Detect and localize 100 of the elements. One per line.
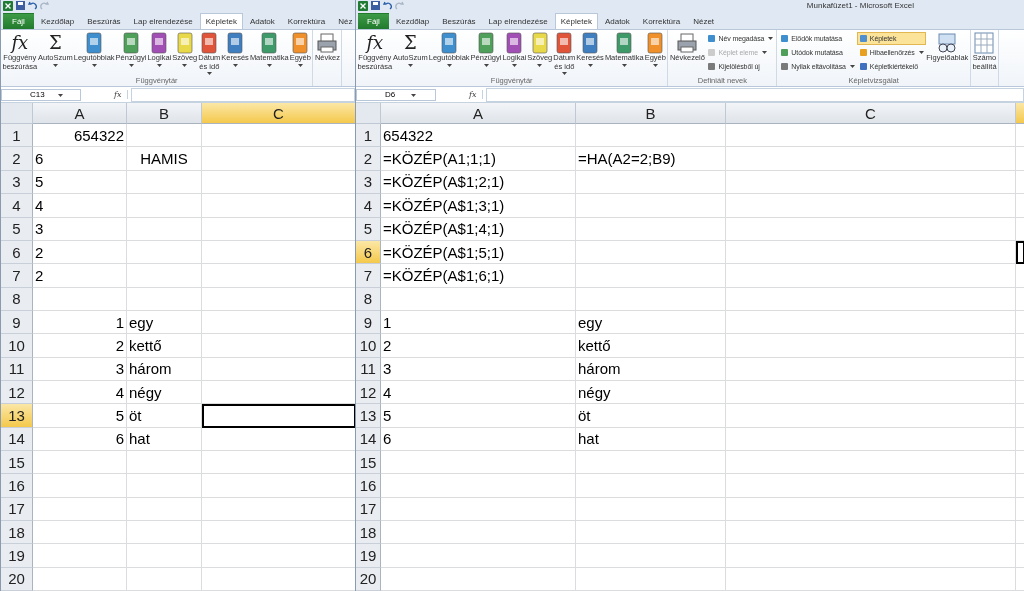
row-header[interactable]: 6: [356, 240, 381, 265]
table-cell: hat: [576, 427, 726, 451]
ribbon-tab[interactable]: Korrektúra: [636, 13, 687, 30]
row-header[interactable]: 17: [356, 497, 381, 521]
row-header[interactable]: 1: [1, 124, 33, 148]
row-header[interactable]: 18: [356, 520, 381, 545]
book-icon: [151, 32, 168, 55]
row-header[interactable]: 3: [356, 170, 381, 195]
row-header[interactable]: 20: [356, 567, 381, 591]
row-header[interactable]: 14: [356, 427, 381, 451]
save-icon[interactable]: [16, 1, 25, 11]
row-header[interactable]: 6: [1, 240, 33, 265]
ribbon-tab[interactable]: Beszúrás: [436, 13, 482, 30]
book-icon: [616, 32, 633, 55]
column-header[interactable]: C: [202, 103, 355, 125]
row-header[interactable]: 14: [1, 427, 33, 451]
column-header[interactable]: A: [33, 103, 127, 125]
ribbon-tab[interactable]: Nézet: [687, 13, 721, 30]
ribbon-tab[interactable]: Lap elrendezése: [127, 13, 199, 30]
ribbon-tab[interactable]: Beszúrás: [81, 13, 127, 30]
insert-function-button[interactable]: fx: [439, 90, 484, 100]
table-cell: HAMIS: [127, 147, 202, 171]
save-icon[interactable]: [371, 1, 380, 11]
row-header[interactable]: 11: [356, 357, 381, 381]
book-icon: [261, 32, 278, 55]
book-icon: [227, 32, 244, 55]
undo-icon[interactable]: [28, 1, 37, 11]
column-header[interactable]: C: [726, 103, 1016, 125]
row-header[interactable]: 9: [1, 310, 33, 335]
row-header[interactable]: 17: [1, 497, 33, 521]
row-header[interactable]: 16: [1, 474, 33, 498]
ribbon-tab[interactable]: Lap elrendezése: [482, 13, 554, 30]
row-header[interactable]: 19: [1, 544, 33, 568]
glasses-icon: [936, 32, 959, 55]
row-header[interactable]: 4: [356, 194, 381, 218]
column-header[interactable]: B: [127, 103, 202, 125]
table-cell: 5: [33, 170, 127, 195]
active-cell[interactable]: [202, 404, 355, 428]
row-header[interactable]: 15: [1, 450, 33, 475]
insert-function-button[interactable]: fx: [84, 90, 129, 100]
book-icon: [506, 32, 523, 55]
table-cell: =KÖZÉP(A$1;6;1): [381, 264, 576, 288]
ribbon-tab[interactable]: Képletek: [554, 13, 598, 30]
ribbon-tab[interactable]: Fájl: [358, 13, 389, 30]
column-header[interactable]: [1016, 103, 1024, 125]
row-header[interactable]: 1: [356, 124, 381, 148]
row-header[interactable]: 13: [1, 404, 33, 428]
formula-field[interactable]: [486, 87, 1024, 102]
formula-field[interactable]: [131, 87, 355, 102]
row-header[interactable]: 18: [1, 520, 33, 545]
select-all-corner[interactable]: [1, 103, 33, 125]
printer-icon: [316, 32, 339, 55]
row-header[interactable]: 2: [1, 147, 33, 171]
row-header[interactable]: 8: [356, 287, 381, 311]
table-cell: =KÖZÉP(A$1;3;1): [381, 194, 576, 218]
select-all-corner[interactable]: [356, 103, 381, 125]
row-header[interactable]: 20: [1, 567, 33, 591]
row-header[interactable]: 7: [356, 264, 381, 288]
row-header[interactable]: 10: [356, 334, 381, 358]
row-header[interactable]: 3: [1, 170, 33, 195]
row-header[interactable]: 7: [1, 264, 33, 288]
ribbon-tab[interactable]: Adatok: [243, 13, 281, 30]
table-cell: hat: [127, 427, 202, 451]
table-cell: 6: [33, 427, 127, 451]
name-box[interactable]: D6: [356, 88, 436, 101]
ribbon-tab[interactable]: Korrektúra: [281, 13, 332, 30]
table-cell: 2: [381, 334, 576, 358]
name-box[interactable]: C13: [1, 88, 81, 101]
table-cell: 2: [33, 264, 127, 288]
row-header[interactable]: 19: [356, 544, 381, 568]
table-cell: 4: [381, 380, 576, 405]
book-icon: [647, 32, 664, 55]
row-header[interactable]: 10: [1, 334, 33, 358]
row-header[interactable]: 12: [356, 380, 381, 405]
row-header[interactable]: 12: [1, 380, 33, 405]
row-header[interactable]: 13: [356, 404, 381, 428]
row-header[interactable]: 8: [1, 287, 33, 311]
ribbon-tab[interactable]: Adatok: [598, 13, 636, 30]
column-header[interactable]: B: [576, 103, 726, 125]
ribbon-tab[interactable]: Kezdőlap: [34, 13, 81, 30]
row-header[interactable]: 11: [1, 357, 33, 381]
undo-icon[interactable]: [383, 1, 392, 11]
table-cell: 3: [33, 357, 127, 381]
ribbon-tab[interactable]: Képletek: [199, 13, 243, 30]
active-cell[interactable]: [1016, 240, 1024, 265]
row-header[interactable]: 4: [1, 194, 33, 218]
table-cell: 3: [33, 217, 127, 241]
row-header[interactable]: 5: [356, 217, 381, 241]
function-icon: fx: [11, 32, 29, 55]
row-header[interactable]: 2: [356, 147, 381, 171]
table-cell: 3: [381, 357, 576, 381]
row-header[interactable]: 9: [356, 310, 381, 335]
table-cell: három: [576, 357, 726, 381]
row-header[interactable]: 5: [1, 217, 33, 241]
column-header[interactable]: A: [381, 103, 576, 125]
ribbon-tab[interactable]: Kezdőlap: [389, 13, 436, 30]
ribbon-tab[interactable]: Néz: [332, 13, 355, 30]
ribbon-tab[interactable]: Fájl: [3, 13, 34, 30]
row-header[interactable]: 15: [356, 450, 381, 475]
row-header[interactable]: 16: [356, 474, 381, 498]
